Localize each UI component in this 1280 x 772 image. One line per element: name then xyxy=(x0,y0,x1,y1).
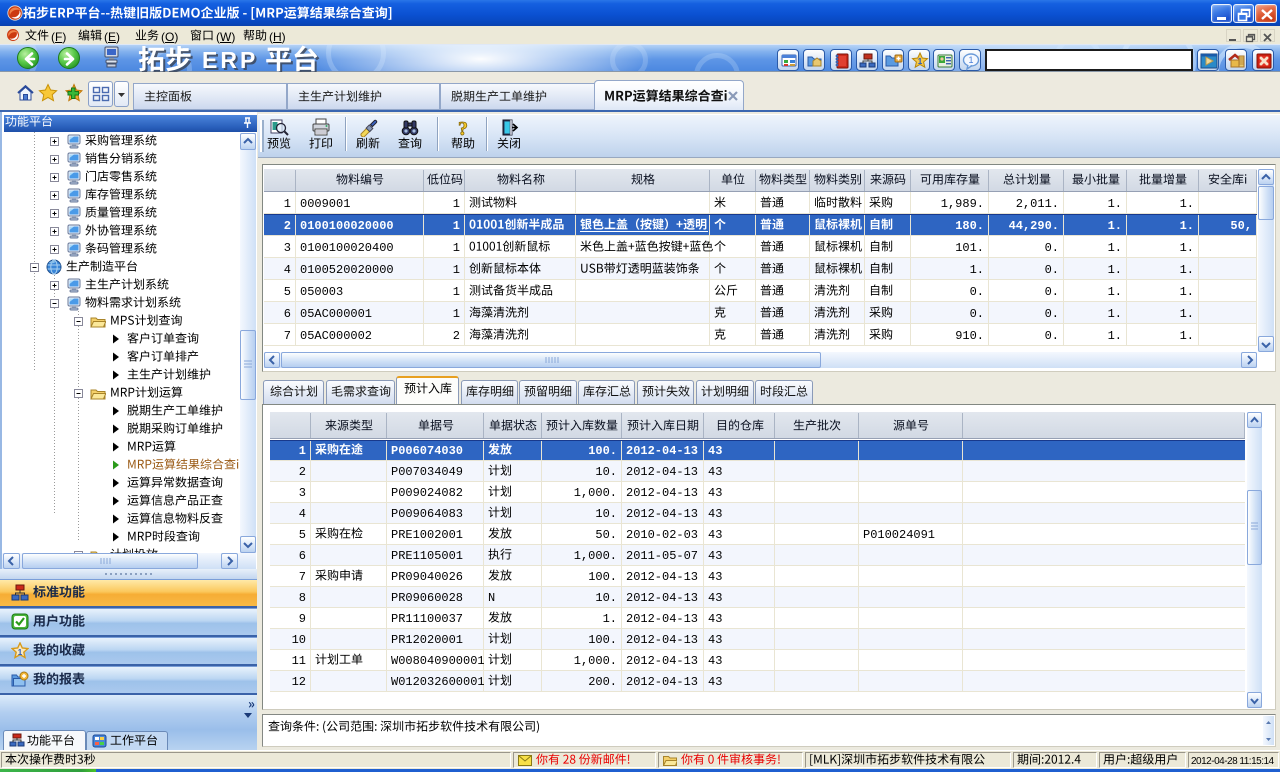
svg-text:1: 1 xyxy=(918,57,923,66)
svg-text:1: 1 xyxy=(18,648,23,657)
svg-text:1: 1 xyxy=(968,55,973,65)
svg-text:?: ? xyxy=(458,118,468,137)
